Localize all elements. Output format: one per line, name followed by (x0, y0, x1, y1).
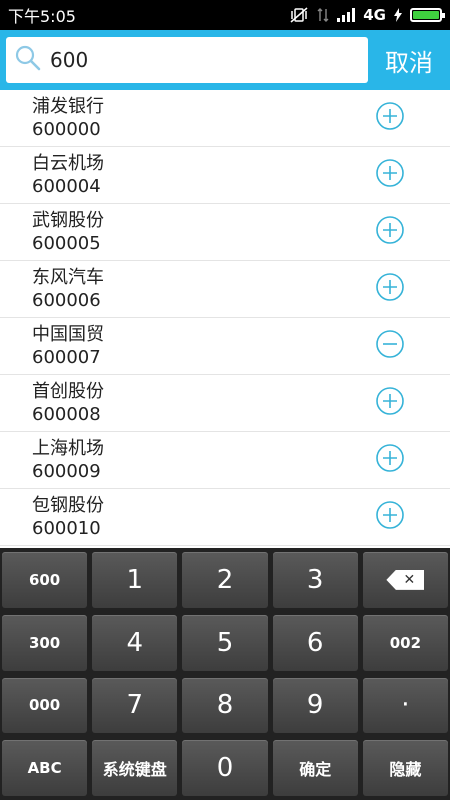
stock-name: 白云机场 (32, 153, 104, 174)
stock-code: 600005 (32, 233, 101, 254)
add-stock-button[interactable] (375, 443, 405, 477)
remove-stock-button[interactable] (375, 329, 405, 363)
stock-row[interactable]: 白云机场 600004 (0, 147, 450, 204)
stock-name: 武钢股份 (32, 210, 104, 231)
add-stock-button[interactable] (375, 215, 405, 249)
stock-info: 武钢股份 600005 (0, 209, 375, 255)
key-system-keyboard[interactable]: 系统键盘 (92, 740, 178, 796)
numeric-keyboard: 600 1 2 3 ✕ 300 4 5 6 002 000 7 8 9 · ABC 系统键盘 0 确定 隐藏 (0, 548, 450, 800)
plus-circle-icon (375, 101, 405, 135)
plus-circle-icon (375, 215, 405, 249)
stock-info: 东风汽车 600006 (0, 266, 375, 312)
stock-row[interactable]: 东风汽车 600006 (0, 261, 450, 318)
plus-circle-icon (375, 386, 405, 420)
stock-code: 600009 (32, 461, 101, 482)
stock-info: 首创股份 600008 (0, 380, 375, 426)
stock-code: 600000 (32, 119, 101, 140)
stock-info: 包钢股份 600010 (0, 494, 375, 540)
stock-row[interactable]: 首创股份 600008 (0, 375, 450, 432)
stock-info: 浦发银行 600000 (0, 95, 375, 141)
key-7[interactable]: 7 (92, 677, 178, 734)
status-time: 下午5:05 (8, 7, 76, 26)
add-stock-button[interactable] (375, 386, 405, 420)
key-5[interactable]: 5 (182, 614, 268, 671)
signal-icon (337, 8, 356, 22)
add-stock-button[interactable] (375, 500, 405, 534)
stock-info: 上海机场 600009 (0, 437, 375, 483)
battery-icon (410, 8, 445, 22)
stock-code: 600008 (32, 404, 101, 425)
key-4[interactable]: 4 (92, 614, 178, 671)
minus-circle-icon (375, 329, 405, 363)
plus-circle-icon (375, 500, 405, 534)
status-bar: 下午5:05 4G (0, 0, 450, 30)
stock-row[interactable]: 中国国贸 600007 (0, 318, 450, 375)
key-backspace[interactable]: ✕ (362, 552, 448, 608)
charging-icon (394, 8, 402, 22)
key-002[interactable]: 002 (362, 614, 448, 671)
key-600[interactable]: 600 (2, 552, 88, 608)
search-box[interactable] (6, 37, 368, 83)
key-000[interactable]: 000 (2, 677, 88, 734)
plus-circle-icon (375, 443, 405, 477)
stock-list: 浦发银行 600000 白云机场 600004 武钢股份 600005 东风汽车 600006… (0, 90, 450, 548)
stock-code: 600006 (32, 290, 101, 311)
key-1[interactable]: 1 (92, 552, 178, 608)
key-9[interactable]: 9 (272, 677, 358, 734)
key-hide[interactable]: 隐藏 (362, 740, 448, 796)
stock-info: 白云机场 600004 (0, 152, 375, 198)
stock-name: 中国国贸 (32, 324, 104, 345)
key-confirm[interactable]: 确定 (272, 740, 358, 796)
cancel-button[interactable]: 取消 (368, 43, 450, 78)
stock-code: 600007 (32, 347, 101, 368)
stock-row[interactable]: 包钢股份 600010 (0, 489, 450, 546)
key-3[interactable]: 3 (272, 552, 358, 608)
stock-row[interactable]: 武钢股份 600005 (0, 204, 450, 261)
stock-row[interactable]: 浦发银行 600000 (0, 90, 450, 147)
stock-name: 首创股份 (32, 381, 104, 402)
plus-circle-icon (375, 158, 405, 192)
stock-info: 中国国贸 600007 (0, 323, 375, 369)
stock-name: 上海机场 (32, 438, 104, 459)
stock-code: 600010 (32, 518, 101, 539)
stock-name: 东风汽车 (32, 267, 104, 288)
stock-code: 600004 (32, 176, 101, 197)
key-8[interactable]: 8 (182, 677, 268, 734)
status-icons: 4G (289, 6, 445, 24)
stock-name: 浦发银行 (32, 96, 104, 117)
key-6[interactable]: 6 (272, 614, 358, 671)
search-header: 取消 (0, 30, 450, 90)
stock-row[interactable]: 上海机场 600009 (0, 432, 450, 489)
vibrate-off-icon (289, 7, 309, 23)
add-stock-button[interactable] (375, 101, 405, 135)
stock-name: 包钢股份 (32, 495, 104, 516)
data-transfer-icon (317, 7, 329, 23)
add-stock-button[interactable] (375, 158, 405, 192)
key-300[interactable]: 300 (2, 614, 88, 671)
network-type: 4G (363, 6, 386, 24)
key-2[interactable]: 2 (182, 552, 268, 608)
key-dot[interactable]: · (362, 677, 448, 734)
search-icon (14, 44, 42, 76)
backspace-icon: ✕ (386, 569, 425, 590)
add-stock-button[interactable] (375, 272, 405, 306)
key-abc[interactable]: ABC (2, 740, 88, 796)
plus-circle-icon (375, 272, 405, 306)
key-0[interactable]: 0 (182, 740, 268, 796)
search-input[interactable] (50, 48, 350, 72)
